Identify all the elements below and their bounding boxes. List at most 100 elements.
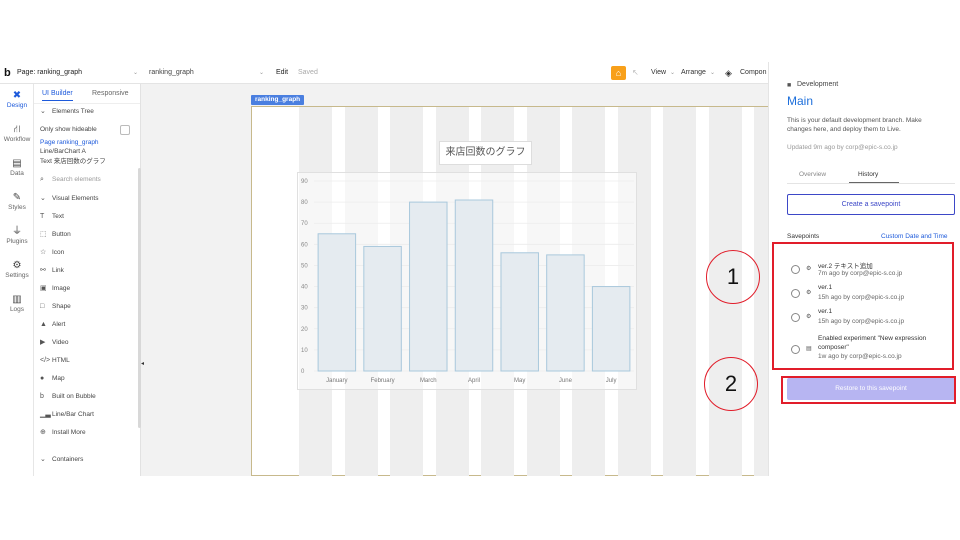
element-item-line-bar-chart[interactable]: ▁▃Line/Bar Chart	[40, 409, 136, 421]
line-bar-chart[interactable]: 0 10 20 30 40 50 60 70 80 90 January February March A…	[297, 172, 637, 390]
divider	[34, 103, 140, 104]
element-item-label: Text	[52, 213, 64, 220]
bar-february[interactable]	[363, 245, 402, 372]
x-tick-label: March	[420, 378, 437, 384]
element-item-icon[interactable]: ☆ Icon	[40, 247, 136, 259]
left-nav-rail: ✖ Design ⛙ Workflow ▤ Data ✎ Styles ⏚ Plugins ⚙ Set…	[0, 84, 34, 476]
containers-header[interactable]: ⌄ Containers	[40, 454, 136, 466]
chevron-down-icon[interactable]: ⌄	[710, 62, 715, 84]
rail-item-styles[interactable]: ✎ Styles	[0, 192, 34, 211]
tree-item-chart[interactable]: Line/BarChart A	[40, 147, 136, 157]
rail-label: Data	[10, 170, 24, 177]
updated-info: Updated 9m ago by corp@epic-s.co.jp	[787, 144, 898, 151]
plug-icon: ⏚	[12, 226, 22, 237]
rail-item-plugins[interactable]: ⏚ Plugins	[0, 226, 34, 245]
element-item-label: Alert	[52, 321, 66, 328]
bar-march[interactable]	[409, 201, 448, 372]
chevron-down-icon: ⌄	[40, 195, 46, 202]
x-tick-label: February	[371, 378, 395, 384]
y-tick-label: 50	[301, 263, 308, 269]
bubble-logo-icon: b	[40, 393, 44, 400]
y-tick-label: 10	[301, 348, 308, 354]
page-dropdown[interactable]: ranking_graph	[149, 62, 194, 84]
bubble-logo-icon[interactable]: b	[4, 62, 11, 84]
bar-january[interactable]	[317, 233, 357, 372]
y-tick-label: 20	[301, 327, 308, 333]
element-item-button[interactable]: ⬚ Button	[40, 229, 136, 241]
folder-icon: ■	[787, 82, 792, 89]
bar-june[interactable]	[546, 254, 585, 372]
element-item-alert[interactable]: ▲ Alert	[40, 319, 136, 331]
tab-ui-builder[interactable]: UI Builder	[42, 87, 73, 101]
home-icon[interactable]: ⌂	[611, 66, 626, 80]
element-item-built-on-bubble[interactable]: b Built on Bubble	[40, 391, 136, 403]
page-selector[interactable]: Page: ranking_graph	[17, 62, 82, 84]
view-menu[interactable]: View	[651, 62, 666, 84]
y-tick-label: 60	[301, 242, 308, 248]
bar-july[interactable]	[591, 286, 631, 372]
elements-tree-header[interactable]: ⌄ Elements Tree	[40, 106, 136, 118]
map-pin-icon: ●	[40, 375, 45, 382]
element-item-map[interactable]: ● Map	[40, 373, 136, 385]
element-item-link[interactable]: ⚯ Link	[40, 265, 136, 277]
element-item-image[interactable]: ▣ Image	[40, 283, 136, 295]
rail-item-logs[interactable]: ▥ Logs	[0, 294, 34, 313]
tree-item-text[interactable]: Text 来店回数のグラフ	[40, 157, 136, 167]
element-item-label: Built on Bubble	[52, 393, 96, 400]
branch-description-2: changes here, and deploy them to Live.	[787, 126, 901, 133]
chevron-down-icon[interactable]: ⌄	[259, 62, 264, 84]
element-item-text[interactable]: T Text	[40, 211, 136, 223]
visual-elements-header[interactable]: ⌄ Visual Elements	[40, 193, 136, 205]
rail-item-design[interactable]: ✖ Design	[0, 90, 34, 109]
tab-history[interactable]: History	[858, 171, 878, 178]
y-tick-label: 90	[301, 179, 308, 185]
button-icon: ⬚	[40, 231, 47, 238]
link-icon: ⚯	[40, 267, 46, 274]
x-tick-label: January	[326, 378, 347, 384]
bar-april[interactable]	[454, 199, 494, 372]
y-tick-label: 70	[301, 221, 308, 227]
element-item-label: Map	[52, 375, 65, 382]
callout-2: 2	[704, 357, 758, 411]
chevron-down-icon[interactable]: ⌄	[133, 62, 138, 84]
tab-overview[interactable]: Overview	[799, 171, 826, 178]
create-savepoint-button[interactable]: Create a savepoint	[787, 194, 955, 215]
annotation-box-2	[781, 376, 956, 404]
tab-responsive[interactable]: Responsive	[92, 87, 129, 101]
element-item-install-more[interactable]: ⊕ Install More	[40, 427, 136, 439]
chevron-down-icon[interactable]: ⌄	[670, 62, 675, 84]
rail-item-settings[interactable]: ⚙ Settings	[0, 260, 34, 279]
star-icon: ☆	[40, 249, 47, 256]
components-icon[interactable]: ◈	[725, 62, 732, 84]
bar-may[interactable]	[500, 252, 539, 372]
element-item-video[interactable]: ▶ Video	[40, 337, 136, 349]
element-item-label: Shape	[52, 303, 71, 310]
rail-item-data[interactable]: ▤ Data	[0, 158, 34, 177]
element-item-label: Button	[52, 231, 71, 238]
chart-title-text[interactable]: 来店回数のグラフ	[439, 141, 532, 165]
custom-date-link[interactable]: Custom Date and Time	[881, 233, 947, 240]
element-item-label: Video	[52, 339, 69, 346]
editor-canvas[interactable]: ranking_graph 来店回数のグラフ 0 10 20 30 40 50 60 70 80…	[141, 84, 787, 476]
components-menu[interactable]: Compon	[740, 62, 766, 84]
rail-item-workflow[interactable]: ⛙ Workflow	[0, 124, 34, 143]
element-item-html[interactable]: </> HTML	[40, 355, 136, 367]
branch-name: Main	[787, 94, 814, 108]
y-tick-label: 0	[301, 369, 305, 375]
workflow-icon: ⛙	[13, 124, 21, 135]
only-show-hideable-checkbox[interactable]	[120, 125, 130, 135]
branch-description-1: This is your default development branch.…	[787, 117, 922, 124]
collapse-panel-icon[interactable]: ◂	[141, 360, 147, 370]
rail-label: Plugins	[6, 238, 28, 245]
x-tick-label: May	[514, 378, 525, 384]
edit-menu[interactable]: Edit	[276, 62, 288, 84]
rail-label: Settings	[5, 272, 29, 279]
pointer-icon[interactable]: ↖	[632, 62, 639, 84]
element-item-shape[interactable]: □ Shape	[40, 301, 136, 313]
rail-label: Design	[6, 102, 28, 109]
database-icon: ▤	[12, 158, 22, 169]
save-status: Saved	[298, 69, 318, 76]
search-elements-input[interactable]: ⌕ Search elements	[40, 174, 136, 186]
brush-icon: ✎	[12, 192, 22, 203]
arrange-menu[interactable]: Arrange	[681, 62, 706, 84]
